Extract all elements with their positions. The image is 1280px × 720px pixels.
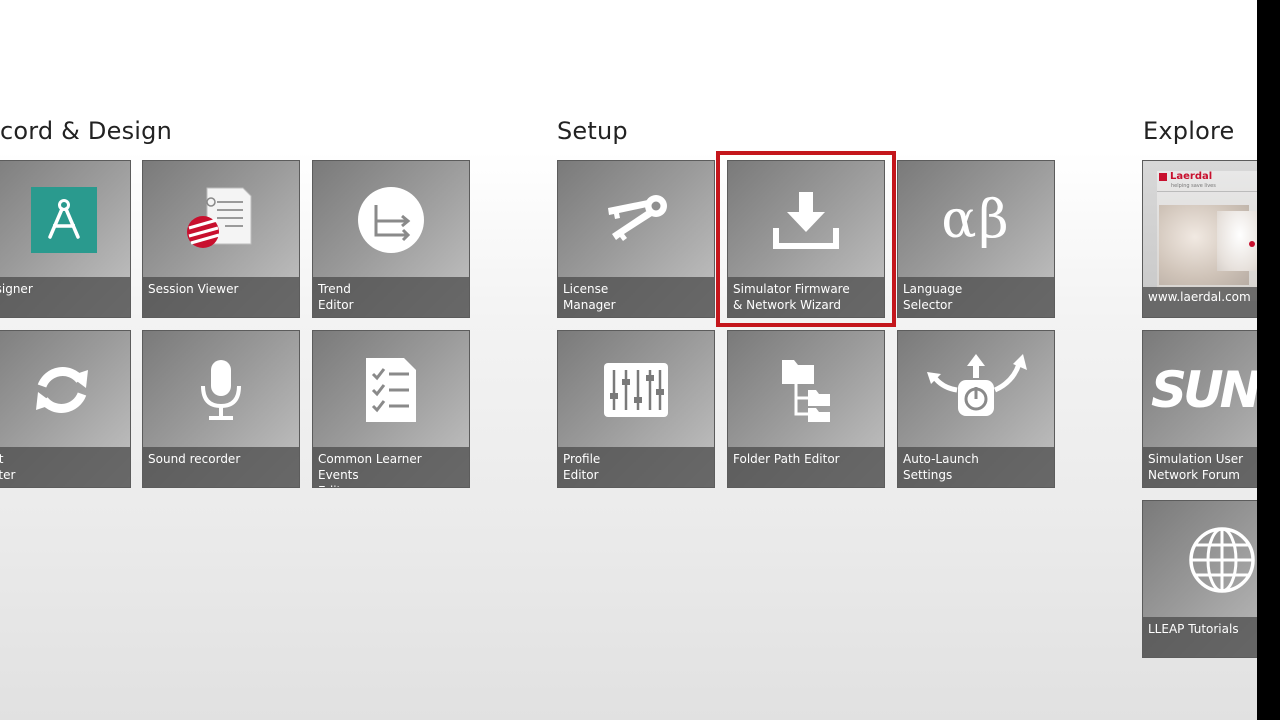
start-screen: cord & Design Setup Explore Designer [0,0,1257,720]
tile-designer[interactable]: Designer [0,160,131,318]
laerdal-logo-text: Laerdal [1170,171,1213,182]
tile-label: Folder Path Editor [728,447,884,487]
download-icon [728,161,884,279]
tile-trend-editor[interactable]: Trend Editor [312,160,470,318]
tile-profile-editor[interactable]: Profile Editor [557,330,715,488]
tile-label: Trend Editor [313,277,469,317]
tile-common-learner-events-editor[interactable]: Common Learner Events Editor [312,330,470,488]
tile-content-converter[interactable]: tent verter [0,330,131,488]
screen-edge-bar [1257,0,1280,720]
tile-label: Designer [0,277,130,317]
tile-label: LLEAP Tutorials [1143,617,1257,657]
tile-label: Simulation User Network Forum [1143,447,1257,487]
tile-folder-path-editor[interactable]: Folder Path Editor [727,330,885,488]
tile-session-viewer[interactable]: Session Viewer [142,160,300,318]
group-title-setup: Setup [557,117,628,145]
tile-laerdal-website[interactable]: Laerdal helping save lives www.laerdal.c… [1142,160,1257,318]
tile-label: Language Selector [898,277,1054,317]
tile-simulator-firmware-network-wizard[interactable]: Simulator Firmware & Network Wizard [727,160,885,318]
power-arrows-icon [898,331,1054,449]
tile-label: Simulator Firmware & Network Wizard [728,277,884,317]
microphone-icon [143,331,299,449]
sun-logo-text: SUN [1151,361,1257,419]
tile-label: Auto-Launch Settings [898,447,1054,487]
laerdal-tagline: helping save lives [1171,183,1216,189]
globe-icon [1143,501,1257,619]
graph-axis-icon [313,161,469,279]
tile-label: Profile Editor [558,447,714,487]
keys-icon [558,161,714,279]
tile-lleap-tutorials[interactable]: LLEAP Tutorials [1142,500,1257,658]
group-title-explore: Explore [1143,117,1235,145]
document-icon [143,161,299,279]
alpha-beta-icon: αβ [898,161,1054,279]
tile-language-selector[interactable]: αβ Language Selector [897,160,1055,318]
group-title-record-design: cord & Design [0,117,172,145]
alpha-beta-glyph: αβ [941,190,1011,250]
sun-logo-icon: SUN [1143,331,1257,449]
tile-label: tent verter [0,447,130,487]
sliders-icon [558,331,714,449]
compass-icon [0,161,130,279]
tile-license-manager[interactable]: License Manager [557,160,715,318]
website-thumbnail: Laerdal helping save lives [1157,171,1257,301]
tile-label: Session Viewer [143,277,299,317]
tile-sound-recorder[interactable]: Sound recorder [142,330,300,488]
tile-auto-launch-settings[interactable]: Auto-Launch Settings [897,330,1055,488]
tile-simulation-user-network-forum[interactable]: SUN Simulation User Network Forum [1142,330,1257,488]
tile-label: Sound recorder [143,447,299,487]
tile-label: www.laerdal.com [1143,287,1257,317]
checklist-icon [313,331,469,449]
tile-label: Common Learner Events Editor [313,447,469,487]
folder-tree-icon [728,331,884,449]
tile-label: License Manager [558,277,714,317]
refresh-icon [0,331,130,449]
